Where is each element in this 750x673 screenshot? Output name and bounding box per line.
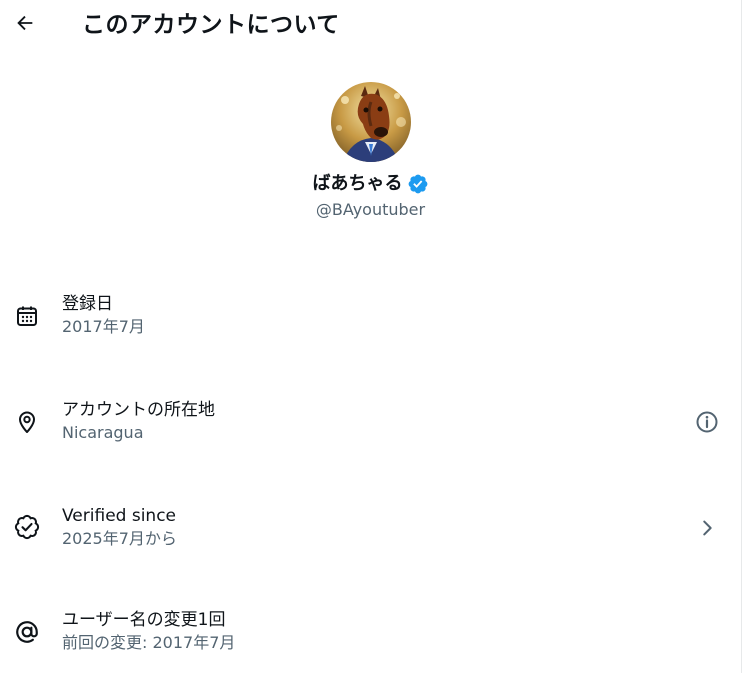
row-value: 2017年7月	[62, 317, 145, 336]
row-label: 登録日	[62, 294, 113, 314]
header: このアカウントについて	[0, 0, 741, 50]
back-button[interactable]	[6, 6, 44, 44]
row-label: ユーザー名の変更1回	[62, 610, 226, 630]
row-text: 登録日 2017年7月	[62, 292, 145, 338]
row-label: Verified since	[62, 506, 177, 526]
row-verified-since[interactable]: Verified since 2025年7月から	[0, 504, 741, 564]
avatar[interactable]	[330, 82, 411, 162]
profile-summary: ばあちゃる @BAyoutuber	[0, 82, 741, 220]
row-account-location: アカウントの所在地 Nicaragua	[0, 398, 741, 458]
handle: @BAyoutuber	[315, 200, 426, 219]
location-pin-icon	[14, 409, 40, 435]
row-text: Verified since 2025年7月から	[62, 504, 177, 550]
about-account-page: このアカウントについて ばあちゃる @BAyoutuber 登録日 2017年7…	[0, 0, 741, 673]
page-title: このアカウントについて	[82, 12, 340, 38]
display-name: ばあちゃる	[312, 173, 403, 194]
arrow-left-icon	[14, 12, 36, 38]
scroll-edge	[741, 0, 742, 673]
at-sign-icon	[14, 619, 40, 645]
name-row: ばあちゃる	[0, 172, 741, 196]
row-value: 2025年7月から	[62, 529, 177, 548]
verified-badge-icon[interactable]	[407, 173, 429, 195]
calendar-icon	[14, 303, 40, 329]
row-text: アカウントの所在地 Nicaragua	[62, 398, 215, 444]
info-icon[interactable]	[694, 409, 720, 435]
row-username-changes: ユーザー名の変更1回 前回の変更: 2017年7月	[0, 608, 741, 668]
row-label: アカウントの所在地	[62, 400, 215, 420]
chevron-right-icon[interactable]	[694, 515, 720, 541]
row-value: Nicaragua	[62, 423, 144, 442]
row-join-date: 登録日 2017年7月	[0, 292, 741, 352]
row-value: 前回の変更: 2017年7月	[62, 633, 236, 652]
verified-badge-outline-icon	[14, 514, 40, 540]
row-text: ユーザー名の変更1回 前回の変更: 2017年7月	[62, 608, 235, 654]
